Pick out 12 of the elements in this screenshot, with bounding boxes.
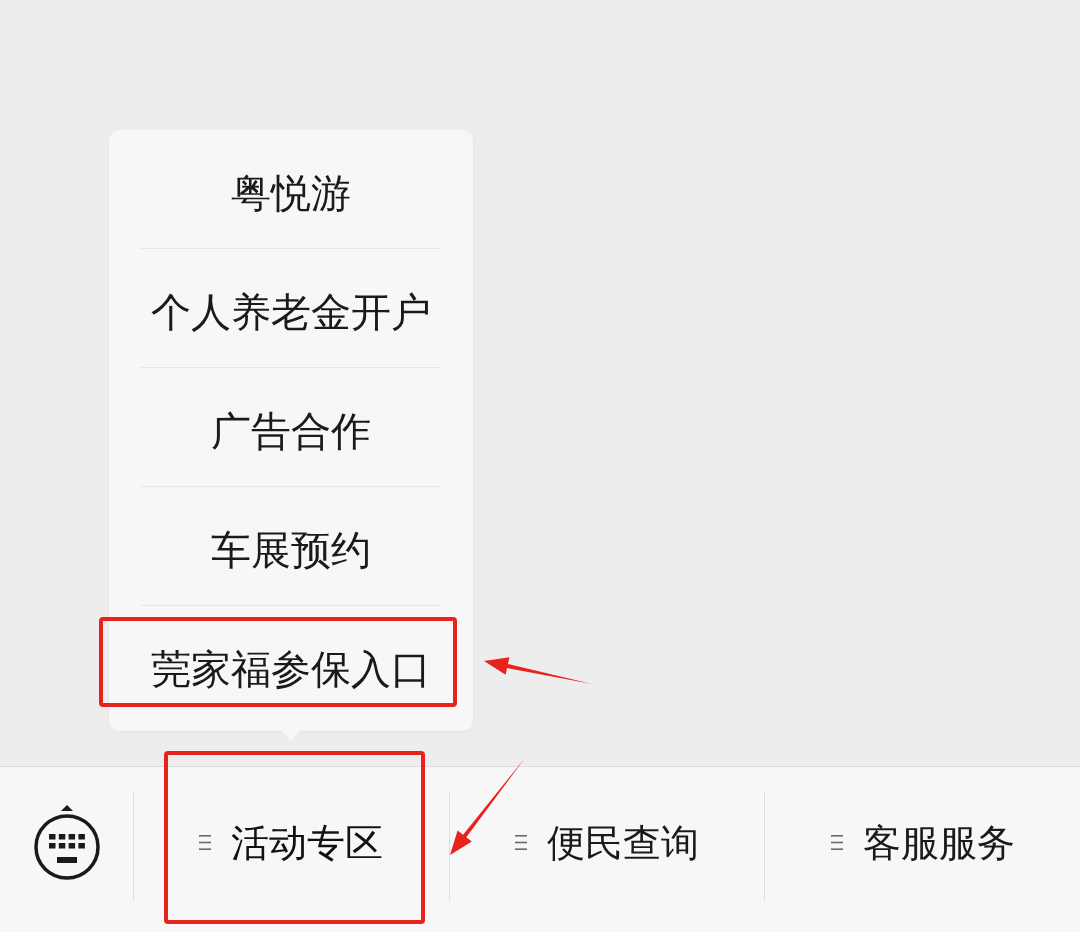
keyboard-icon[interactable] — [32, 804, 101, 881]
menu-item[interactable]: 粤悦游 — [109, 130, 473, 248]
menu-item[interactable]: 广告合作 — [109, 368, 473, 486]
menu-item[interactable]: 莞家福参保入口 — [109, 606, 473, 724]
menu-tab[interactable]: 便民查询 — [449, 767, 765, 932]
menu-tab[interactable]: 客服服务 — [765, 767, 1080, 932]
menu-lines-icon — [830, 835, 843, 850]
menu-lines-icon — [199, 835, 212, 850]
menu-lines-icon — [515, 835, 527, 850]
menu-item[interactable]: 个人养老金开户 — [109, 249, 473, 367]
menu-item[interactable]: 车展预约 — [109, 487, 473, 605]
menu-tab[interactable]: 活动专区 — [134, 767, 449, 932]
